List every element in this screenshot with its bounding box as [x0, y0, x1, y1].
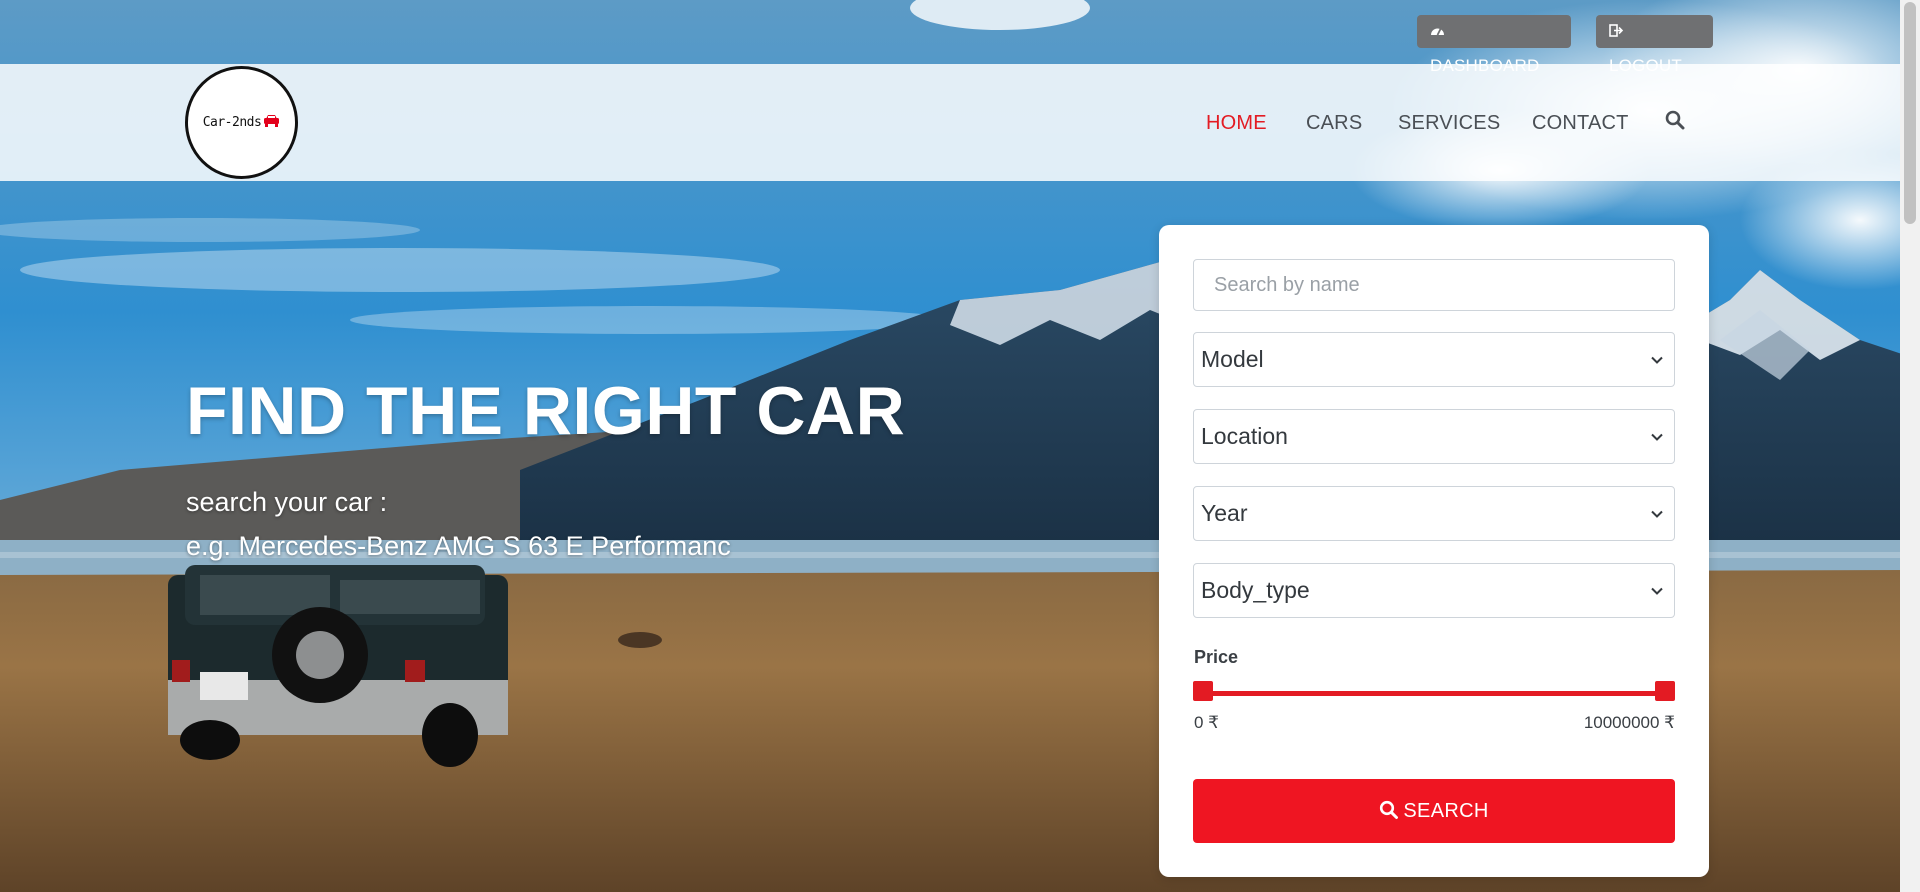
hero-example-text: e.g. Mercedes-Benz AMG S 63 E Performanc	[186, 531, 731, 561]
chevron-down-icon	[1651, 356, 1663, 364]
location-select[interactable]: Location	[1193, 409, 1675, 464]
year-select-value: Year	[1201, 500, 1248, 526]
price-slider-max-handle[interactable]	[1655, 681, 1675, 701]
logout-button[interactable]: LOGOUT	[1596, 15, 1713, 75]
scrollbar-thumb[interactable]	[1904, 2, 1916, 224]
search-button[interactable]: SEARCH	[1193, 779, 1675, 843]
location-select-value: Location	[1201, 423, 1288, 449]
search-card: Search by name Model Location Year Body_…	[1159, 225, 1709, 877]
car-icon	[263, 114, 280, 132]
chevron-down-icon	[1651, 510, 1663, 518]
nav-cars[interactable]: CARS	[1306, 112, 1362, 135]
price-slider-min-handle[interactable]	[1193, 681, 1213, 701]
main-header: Car-2nds HOME CARS SERVICES CONTACT	[0, 64, 1900, 181]
dashboard-button[interactable]: DASHBOARD	[1417, 15, 1571, 75]
body-type-select[interactable]: Body_type	[1193, 563, 1675, 618]
price-label: Price	[1194, 647, 1239, 667]
search-name-input[interactable]: Search by name	[1193, 259, 1675, 311]
search-button-label: SEARCH	[1403, 800, 1489, 822]
price-max-value: 10000000 ₹	[1583, 713, 1675, 732]
model-select[interactable]: Model	[1193, 332, 1675, 387]
sign-out-icon	[1609, 16, 1624, 49]
model-select-value: Model	[1201, 346, 1264, 372]
nav-contact[interactable]: CONTACT	[1532, 112, 1629, 135]
hero-title: FIND THE RIGHT CAR	[186, 373, 906, 449]
site-logo[interactable]: Car-2nds	[185, 66, 298, 179]
chevron-down-icon	[1651, 433, 1663, 441]
nav-services[interactable]: SERVICES	[1398, 112, 1500, 135]
nav-home[interactable]: HOME	[1206, 112, 1267, 135]
search-icon	[1380, 800, 1399, 819]
year-select[interactable]: Year	[1193, 486, 1675, 541]
chevron-down-icon	[1651, 587, 1663, 595]
search-icon[interactable]	[1665, 110, 1687, 136]
hero-subtitle: search your car :	[186, 487, 388, 517]
speedometer-icon	[1430, 16, 1445, 49]
logo-text: Car-2nds	[202, 115, 262, 130]
price-min-value: 0 ₹	[1194, 713, 1219, 732]
page-scrollbar[interactable]	[1900, 0, 1920, 892]
price-slider-track[interactable]	[1201, 691, 1667, 696]
body-type-select-value: Body_type	[1201, 577, 1310, 603]
top-bar: DASHBOARD LOGOUT	[0, 0, 1900, 75]
